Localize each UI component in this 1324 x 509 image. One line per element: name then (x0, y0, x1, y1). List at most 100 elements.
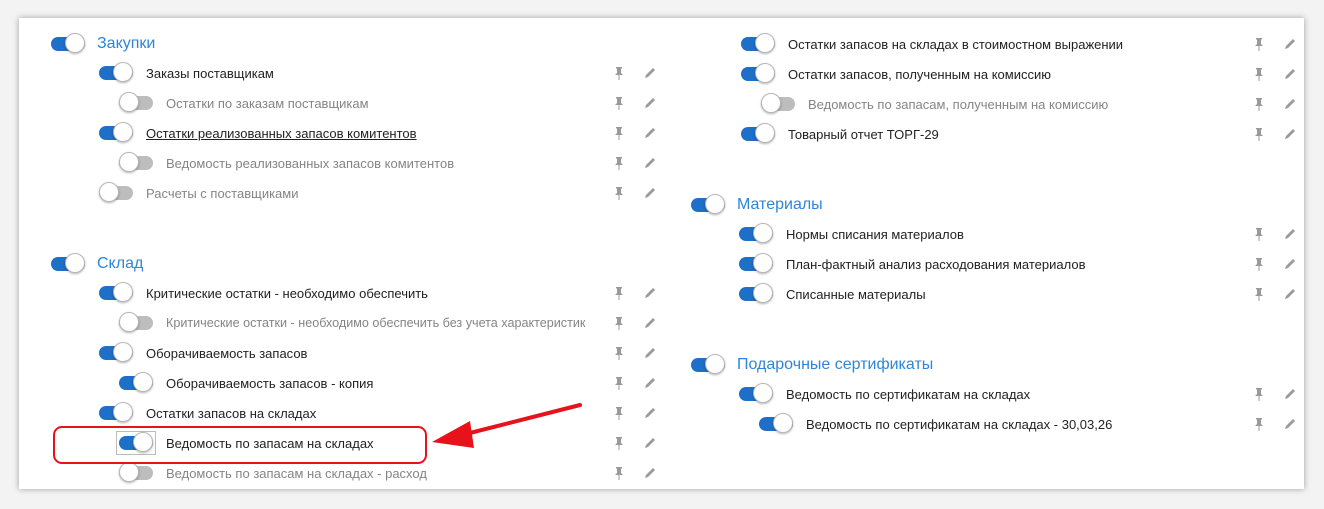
group-toggle[interactable] (691, 354, 725, 374)
report-toggle[interactable] (119, 372, 153, 392)
pin-icon[interactable] (1251, 416, 1267, 432)
report-item[interactable]: План-фактный анализ расходования материа… (739, 253, 1086, 275)
report-toggle[interactable] (99, 182, 133, 202)
report-toggle[interactable] (116, 431, 156, 455)
group-certificates-header[interactable]: Подарочные сертификаты (691, 354, 933, 376)
report-item[interactable]: Заказы поставщикам (99, 62, 274, 84)
pin-icon[interactable] (1251, 286, 1267, 302)
report-item[interactable]: Товарный отчет ТОРГ-29 (741, 123, 939, 145)
report-toggle[interactable] (99, 122, 133, 142)
pin-icon[interactable] (1251, 126, 1267, 142)
pencil-icon[interactable] (1282, 386, 1298, 402)
report-item[interactable]: Ведомость по сертификатам на складах - 3… (759, 413, 1112, 435)
report-toggle[interactable] (739, 223, 773, 243)
report-label[interactable]: Остатки запасов на складах (146, 406, 316, 421)
group-toggle[interactable] (51, 253, 85, 273)
pencil-icon[interactable] (1282, 416, 1298, 432)
report-toggle[interactable] (99, 62, 133, 82)
report-item[interactable]: Нормы списания материалов (739, 223, 964, 245)
pencil-icon[interactable] (642, 285, 658, 301)
report-label[interactable]: Остатки реализованных запасов комитентов (146, 126, 417, 141)
report-label[interactable]: Критические остатки - необходимо обеспеч… (166, 316, 585, 330)
pin-icon[interactable] (611, 185, 627, 201)
group-title[interactable]: Подарочные сертификаты (737, 356, 933, 374)
pencil-icon[interactable] (1282, 36, 1298, 52)
report-item[interactable]: Остатки запасов на складах (99, 402, 316, 424)
pin-icon[interactable] (611, 435, 627, 451)
pin-icon[interactable] (1251, 36, 1267, 52)
pencil-icon[interactable] (1282, 226, 1298, 242)
pencil-icon[interactable] (642, 405, 658, 421)
report-item[interactable]: Ведомость по запасам на складах - расход (119, 462, 427, 484)
report-label[interactable]: Списанные материалы (786, 287, 926, 302)
report-item-highlighted[interactable]: Ведомость по запасам на складах (116, 431, 374, 455)
report-label[interactable]: Ведомость по запасам на складах - расход (166, 466, 427, 481)
report-item[interactable]: Ведомость по сертификатам на складах (739, 383, 1030, 405)
report-label[interactable]: План-фактный анализ расходования материа… (786, 257, 1086, 272)
pin-icon[interactable] (1251, 66, 1267, 82)
report-label[interactable]: Товарный отчет ТОРГ-29 (788, 127, 939, 142)
pencil-icon[interactable] (1282, 66, 1298, 82)
pin-icon[interactable] (1251, 96, 1267, 112)
pin-icon[interactable] (1251, 386, 1267, 402)
report-toggle[interactable] (99, 342, 133, 362)
report-item[interactable]: Ведомость по запасам, полученным на коми… (761, 93, 1108, 115)
report-toggle[interactable] (119, 92, 153, 112)
pencil-icon[interactable] (1282, 286, 1298, 302)
pin-icon[interactable] (611, 125, 627, 141)
pencil-icon[interactable] (642, 375, 658, 391)
report-toggle[interactable] (99, 282, 133, 302)
pin-icon[interactable] (611, 465, 627, 481)
report-label[interactable]: Ведомость по запасам на складах (166, 436, 374, 451)
group-materialy-header[interactable]: Материалы (691, 194, 823, 216)
pencil-icon[interactable] (642, 435, 658, 451)
pin-icon[interactable] (611, 345, 627, 361)
pencil-icon[interactable] (1282, 256, 1298, 272)
group-title[interactable]: Склад (97, 255, 143, 273)
pin-icon[interactable] (611, 155, 627, 171)
group-title[interactable]: Закупки (97, 35, 155, 53)
report-label[interactable]: Оборачиваемость запасов (146, 346, 307, 361)
report-label[interactable]: Нормы списания материалов (786, 227, 964, 242)
report-item[interactable]: Расчеты с поставщиками (99, 182, 299, 204)
pencil-icon[interactable] (1282, 126, 1298, 142)
report-item[interactable]: Остатки реализованных запасов комитентов (99, 122, 417, 144)
group-toggle[interactable] (691, 194, 725, 214)
report-toggle[interactable] (741, 33, 775, 53)
pencil-icon[interactable] (642, 65, 658, 81)
report-toggle[interactable] (119, 152, 153, 172)
group-zakupki-header[interactable]: Закупки (51, 33, 155, 55)
group-title[interactable]: Материалы (737, 196, 823, 214)
pencil-icon[interactable] (642, 345, 658, 361)
pencil-icon[interactable] (642, 125, 658, 141)
group-toggle[interactable] (51, 33, 85, 53)
pencil-icon[interactable] (642, 155, 658, 171)
report-label[interactable]: Ведомость реализованных запасов комитент… (166, 156, 454, 171)
report-toggle[interactable] (99, 402, 133, 422)
pencil-icon[interactable] (642, 185, 658, 201)
pin-icon[interactable] (1251, 256, 1267, 272)
report-label[interactable]: Ведомость по сертификатам на складах (786, 387, 1030, 402)
report-toggle[interactable] (119, 462, 153, 482)
report-label[interactable]: Критические остатки - необходимо обеспеч… (146, 286, 428, 301)
report-label[interactable]: Остатки запасов, полученным на комиссию (788, 67, 1051, 82)
report-item[interactable]: Остатки запасов на складах в стоимостном… (741, 33, 1123, 55)
pin-icon[interactable] (611, 65, 627, 81)
report-item[interactable]: Критические остатки - необходимо обеспеч… (119, 312, 585, 334)
report-label[interactable]: Расчеты с поставщиками (146, 186, 299, 201)
report-toggle[interactable] (741, 63, 775, 83)
report-item[interactable]: Остатки запасов, полученным на комиссию (741, 63, 1051, 85)
report-item[interactable]: Остатки по заказам поставщикам (119, 92, 369, 114)
report-label[interactable]: Ведомость по сертификатам на складах - 3… (806, 417, 1112, 432)
report-label[interactable]: Остатки по заказам поставщикам (166, 96, 369, 111)
report-item[interactable]: Оборачиваемость запасов - копия (119, 372, 373, 394)
pin-icon[interactable] (611, 315, 627, 331)
pin-icon[interactable] (1251, 226, 1267, 242)
pin-icon[interactable] (611, 375, 627, 391)
pencil-icon[interactable] (642, 315, 658, 331)
report-toggle[interactable] (739, 283, 773, 303)
report-toggle[interactable] (761, 93, 795, 113)
pin-icon[interactable] (611, 405, 627, 421)
report-toggle[interactable] (739, 253, 773, 273)
pencil-icon[interactable] (642, 465, 658, 481)
